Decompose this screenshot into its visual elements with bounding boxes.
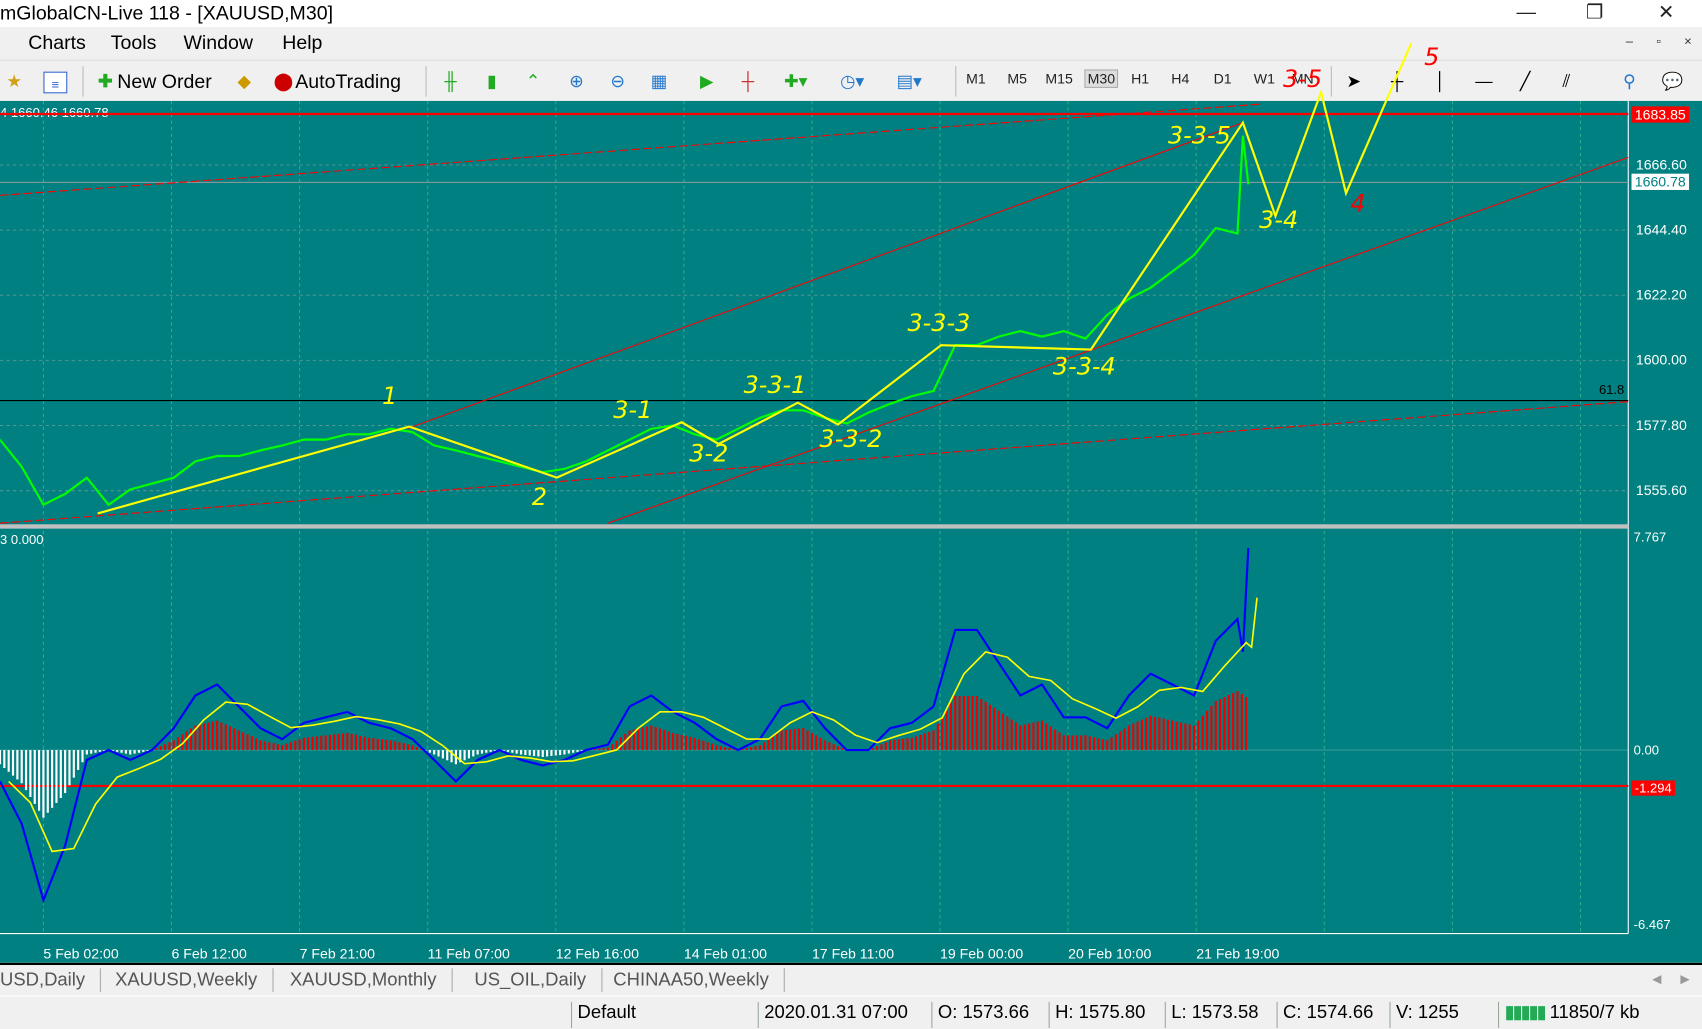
status-close: C: 1574.66 (1276, 1001, 1390, 1028)
wave-label: 3-3-3 (907, 309, 970, 337)
status-open: O: 1573.66 (931, 1001, 1048, 1028)
trendline (406, 122, 1244, 430)
scroll-right-icon[interactable]: ▸ (1680, 968, 1689, 990)
chart-drawing-layer: 1 2 3-1 3-2 3-3-1 3-3-2 3-3-3 3-3-4 3-3-5 3-4 4 5 3-… (0, 42, 1629, 935)
tab-usd-daily[interactable]: USD,Daily (0, 968, 102, 993)
tab-xauusd-monthly[interactable]: XAUUSD,Monthly (275, 968, 453, 993)
tab-chinaa50-weekly[interactable]: CHINAA50,Weekly (598, 968, 786, 993)
panel-separator (0, 524, 1629, 529)
connection-bars-icon: ▮▮▮▮▮ (1504, 1001, 1547, 1023)
wave-label: 3-1 (613, 396, 652, 424)
macd-line (0, 548, 1250, 904)
wave-label: 3-2 (689, 439, 728, 467)
status-time: 2020.01.31 07:00 (757, 1001, 930, 1028)
scroll-left-icon[interactable]: ◂ (1652, 968, 1661, 990)
channel-top-line (0, 103, 1260, 196)
wave-label: 4 (1350, 190, 1365, 218)
wave-label: 3-3-2 (820, 425, 883, 453)
status-traffic: ▮▮▮▮▮ 11850/7 kb (1497, 1001, 1700, 1028)
signal-line (8, 597, 1258, 853)
trendline (607, 156, 1629, 524)
tab-us-oil-daily[interactable]: US_OIL,Daily (459, 968, 603, 993)
wave-label: 3-4 (1259, 206, 1298, 234)
chart-tabs: USD,Daily XAUUSD,Weekly XAUUSD,Monthly U… (0, 962, 1702, 996)
wave-label: 2 (532, 483, 547, 511)
status-bar: Default 2020.01.31 07:00 O: 1573.66 H: 1… (0, 995, 1702, 1029)
price-line (0, 135, 1250, 507)
wave-label: 3-3-5 (1168, 121, 1231, 149)
status-volume: V: 1255 (1389, 1001, 1495, 1028)
wave-label: 1 (382, 382, 397, 410)
status-profile: Default (570, 1001, 757, 1028)
status-low: L: 1573.58 (1164, 1001, 1278, 1028)
wave-label: 5 (1424, 43, 1439, 71)
tab-xauusd-weekly[interactable]: XAUUSD,Weekly (100, 968, 274, 993)
channel-bottom-line (0, 401, 1629, 524)
wave-label: 3-5 (1283, 65, 1322, 93)
wave-label: 3-3-1 (744, 371, 807, 399)
traffic-label: 11850/7 kb (1549, 1001, 1640, 1023)
wave-label: 3-3-4 (1053, 352, 1116, 380)
status-high: H: 1575.80 (1048, 1001, 1164, 1028)
